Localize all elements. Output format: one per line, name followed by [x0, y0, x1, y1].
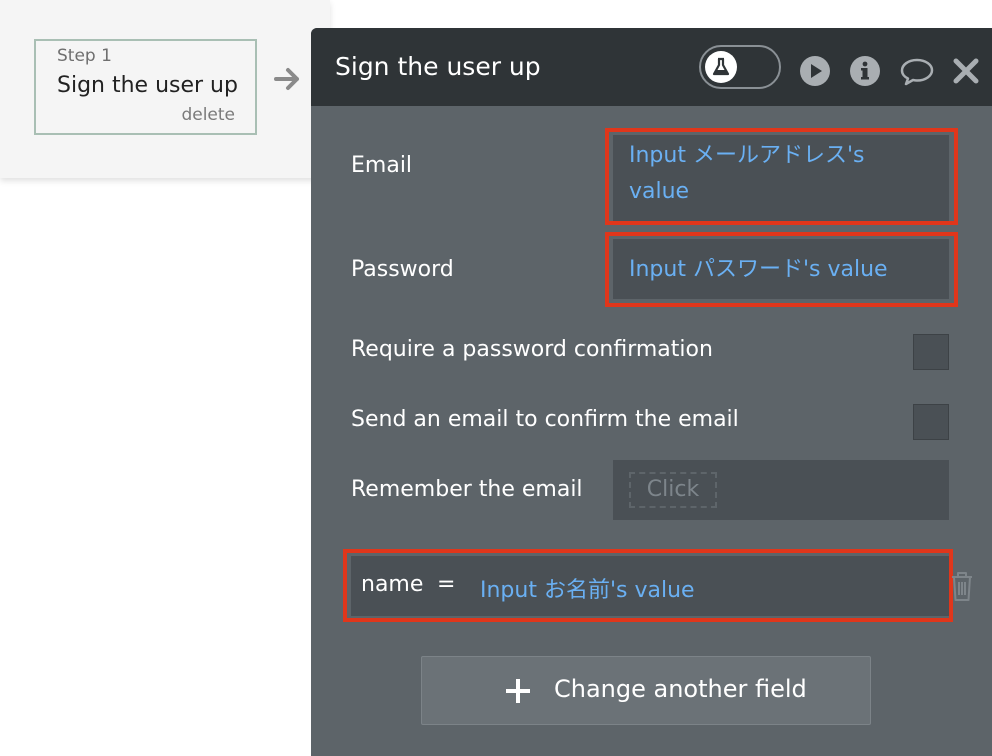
info-icon[interactable] — [849, 55, 881, 87]
remember-email-field: Click — [613, 460, 949, 520]
send-email-checkbox[interactable] — [913, 404, 949, 440]
debug-toggle[interactable] — [699, 45, 781, 89]
close-icon[interactable] — [951, 55, 981, 87]
panel-header: Sign the user up — [311, 28, 992, 106]
step-number: Step 1 — [57, 46, 112, 66]
panel-title: Sign the user up — [335, 52, 541, 81]
comment-icon[interactable] — [899, 55, 935, 87]
send-email-label: Send an email to confirm the email — [351, 407, 739, 432]
action-panel: Sign the user up Email Input メールアドレス's v… — [311, 28, 992, 756]
step-card[interactable]: Step 1 Sign the user up delete — [34, 39, 257, 135]
email-highlight — [605, 128, 958, 225]
require-confirm-label: Require a password confirmation — [351, 337, 713, 362]
email-label: Email — [351, 153, 413, 178]
remember-click-button[interactable]: Click — [629, 472, 717, 508]
change-another-field-label: Change another field — [554, 675, 807, 703]
password-label: Password — [351, 257, 454, 282]
plus-icon — [506, 679, 530, 703]
name-highlight — [343, 549, 953, 622]
require-confirm-checkbox[interactable] — [913, 334, 949, 370]
play-icon[interactable] — [799, 55, 831, 87]
flask-icon — [712, 57, 730, 76]
remember-email-label: Remember the email — [351, 477, 583, 502]
password-highlight — [605, 232, 958, 307]
arrow-right-icon — [274, 68, 299, 90]
trash-icon[interactable] — [949, 569, 975, 603]
step-delete-link[interactable]: delete — [181, 105, 235, 125]
change-another-field-button[interactable]: Change another field — [421, 656, 871, 725]
step-title: Sign the user up — [57, 73, 238, 98]
toggle-knob — [705, 51, 737, 83]
